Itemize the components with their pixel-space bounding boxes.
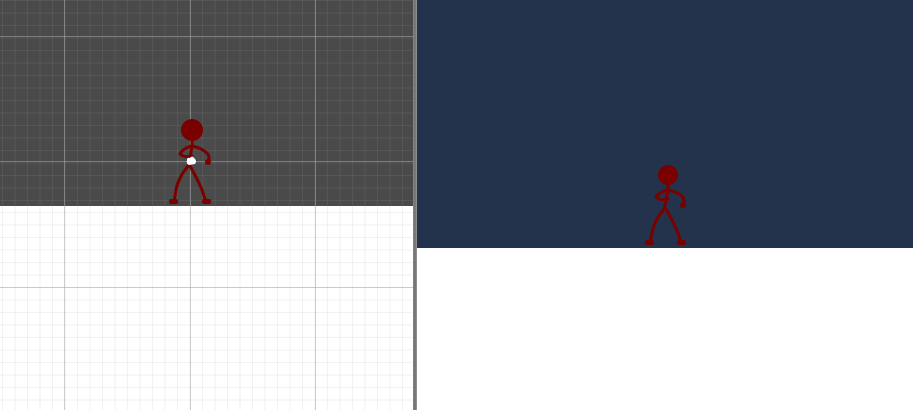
- scene-view[interactable]: [0, 0, 413, 410]
- scene-empty-area: [0, 206, 413, 410]
- game-view[interactable]: [417, 0, 913, 410]
- hand-move-icon[interactable]: [185, 156, 197, 166]
- stickman-icon: [645, 165, 686, 245]
- editor-workspace: [0, 0, 913, 410]
